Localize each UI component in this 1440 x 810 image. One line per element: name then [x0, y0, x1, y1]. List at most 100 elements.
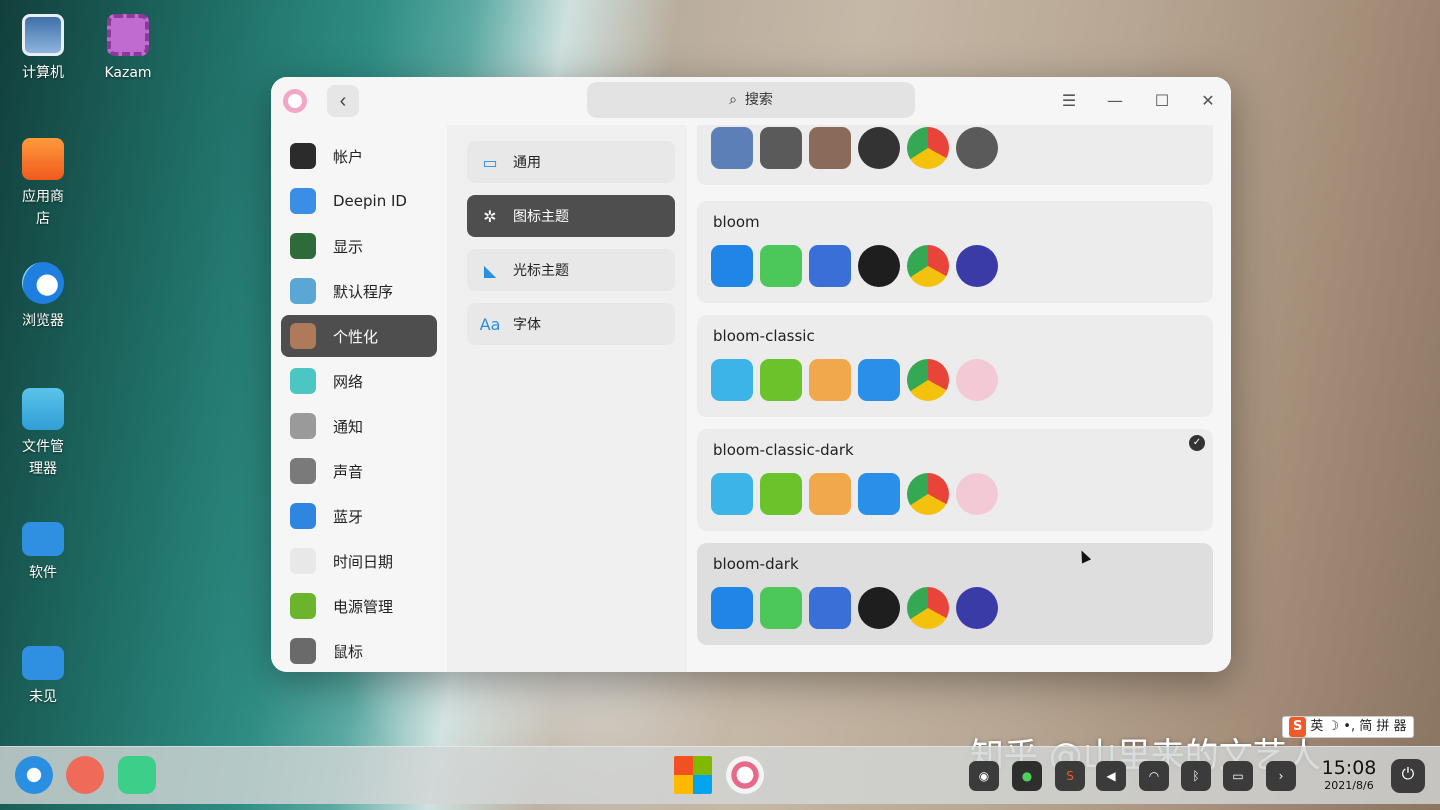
desktop-icon-label: Kazam	[104, 65, 152, 81]
tray-expand[interactable]: ›	[1266, 761, 1296, 791]
tray-bluetooth[interactable]: ᛒ	[1181, 761, 1211, 791]
file-manager-icon	[711, 127, 753, 169]
terminal-button[interactable]	[118, 756, 156, 794]
browser-icon	[907, 359, 949, 401]
desktop-icon-label: 未见	[29, 689, 57, 705]
desktop-icon-software[interactable]: 软件	[3, 518, 83, 584]
subnav-item[interactable]: ✲ 图标主题	[467, 195, 675, 237]
sidebar-item[interactable]: 时间日期	[281, 540, 437, 582]
tray-network[interactable]: ◠	[1139, 761, 1169, 791]
sidebar-item-label: 帐户	[333, 147, 364, 166]
tray-wechat[interactable]: ●	[1012, 761, 1042, 791]
sidebar-item[interactable]: 个性化	[281, 315, 437, 357]
search-input[interactable]: ⌕ 搜索	[587, 82, 915, 118]
desktop-icon-file-manager[interactable]: 文件管 理器	[3, 388, 83, 480]
browser-icon	[22, 262, 64, 304]
sidebar-item[interactable]: 网络	[281, 360, 437, 402]
image-viewer-icon	[809, 473, 851, 515]
video-player-icon	[858, 359, 900, 401]
tray-battery[interactable]: ▭	[1223, 761, 1253, 791]
launcher-button[interactable]	[15, 756, 53, 794]
theme-card[interactable]: bloom-classic	[697, 315, 1213, 417]
network-icon	[290, 368, 316, 394]
subnav-label: 字体	[513, 317, 541, 333]
control-center-button[interactable]	[726, 756, 764, 794]
close-icon: ✕	[1201, 91, 1215, 110]
chevron-right-icon: ›	[1278, 769, 1284, 783]
sidebar-item-label: 个性化	[333, 327, 379, 346]
sidebar-item-label: 电源管理	[333, 597, 394, 616]
personalization-icon	[290, 323, 316, 349]
tray-screen-recorder[interactable]: ◉	[969, 761, 999, 791]
desktop-icon-browser[interactable]: 浏览器	[3, 262, 83, 332]
back-button[interactable]: ‹	[327, 85, 359, 117]
theme-icon-row	[711, 473, 998, 515]
tray-sogou[interactable]: S	[1055, 761, 1085, 791]
ime-status: 英 ☽ •, 简 拼 器	[1310, 719, 1407, 734]
desktop-icon-weijian[interactable]: 未见	[3, 642, 83, 708]
file-manager-icon	[711, 359, 753, 401]
desktop-icon-label: 软件	[29, 565, 57, 581]
subnav-item[interactable]: Aa 字体	[467, 303, 675, 345]
windows-app-button[interactable]	[674, 756, 712, 794]
desktop-icon-computer[interactable]: 计算机	[3, 14, 83, 84]
browser-icon	[907, 587, 949, 629]
sidebar-item[interactable]: 声音	[281, 450, 437, 492]
sidebar-item-label: Deepin ID	[333, 192, 407, 210]
theme-card[interactable]: bloom-dark	[697, 543, 1213, 645]
file-manager-icon	[711, 587, 753, 629]
sogou-icon: S	[1066, 769, 1074, 783]
power-icon: ⏻	[1401, 764, 1415, 783]
sidebar-item[interactable]: 显示	[281, 225, 437, 267]
theme-name: bloom-classic-dark	[713, 441, 854, 459]
multitask-button[interactable]	[66, 756, 104, 794]
sidebar: 帐户 Deepin ID 显示默认程序个性化网络通知声音 蓝牙 时间日期电源管理鼠标	[271, 125, 447, 672]
theme-name: bloom	[713, 213, 760, 231]
theme-card[interactable]: bloom	[697, 201, 1213, 303]
subnav-item[interactable]: ▭ 通用	[467, 141, 675, 183]
theme-card[interactable]	[697, 125, 1213, 185]
sidebar-item[interactable]: 蓝牙	[281, 495, 437, 537]
sidebar-item[interactable]: 默认程序	[281, 270, 437, 312]
minimize-button[interactable]: —	[1101, 87, 1129, 115]
sidebar-item[interactable]: 电源管理	[281, 585, 437, 627]
desktop-icon-kazam[interactable]: Kazam	[88, 14, 168, 84]
sidebar-item-label: 默认程序	[333, 282, 394, 301]
subnav-label: 光标主题	[513, 263, 569, 279]
wifi-icon: ◠	[1148, 769, 1160, 783]
settings-icon	[956, 127, 998, 169]
close-button[interactable]: ✕	[1194, 87, 1222, 115]
power-button[interactable]: ⏻	[1391, 759, 1425, 793]
sidebar-item[interactable]: 鼠标	[281, 630, 437, 672]
menu-button[interactable]: ☰	[1055, 87, 1083, 115]
clock-date: 2021/8/6	[1324, 779, 1374, 792]
camera-icon: ◉	[978, 769, 990, 783]
theme-icon-row	[711, 587, 998, 629]
subnav-item[interactable]: ◣ 光标主题	[467, 249, 675, 291]
theme-card[interactable]: bloom-classic-dark ✓	[697, 429, 1213, 531]
sidebar-item-label: 通知	[333, 417, 364, 436]
sidebar-item[interactable]: 通知	[281, 405, 437, 447]
subnav-icon: Aa	[479, 314, 501, 334]
taskbar: ◉ ● S ◀ ◠ ᛒ ▭ › 15:08 2021/8/6 ⏻	[0, 746, 1440, 804]
tray-volume[interactable]: ◀	[1096, 761, 1126, 791]
maximize-button[interactable]: ☐	[1148, 87, 1176, 115]
menu-icon: ☰	[1061, 91, 1077, 110]
music-icon	[760, 245, 802, 287]
taskbar-clock[interactable]: 15:08 2021/8/6	[1320, 757, 1378, 793]
image-viewer-icon	[809, 587, 851, 629]
desktop-icon-app-store[interactable]: 应用商 店	[3, 138, 83, 230]
sidebar-item[interactable]: Deepin ID	[281, 180, 437, 222]
browser-icon	[907, 245, 949, 287]
video-player-icon	[858, 245, 900, 287]
image-viewer-icon	[809, 359, 851, 401]
default-apps-icon	[290, 278, 316, 304]
titlebar: ‹ ⌕ 搜索 ☰ — ☐ ✕	[271, 77, 1231, 125]
maximize-icon: ☐	[1154, 91, 1170, 110]
minimize-icon: —	[1107, 91, 1123, 110]
display-icon	[290, 233, 316, 259]
sidebar-item[interactable]: 帐户	[281, 135, 437, 177]
theme-icon-row	[711, 245, 998, 287]
music-icon	[760, 359, 802, 401]
clock-icon	[290, 548, 316, 574]
